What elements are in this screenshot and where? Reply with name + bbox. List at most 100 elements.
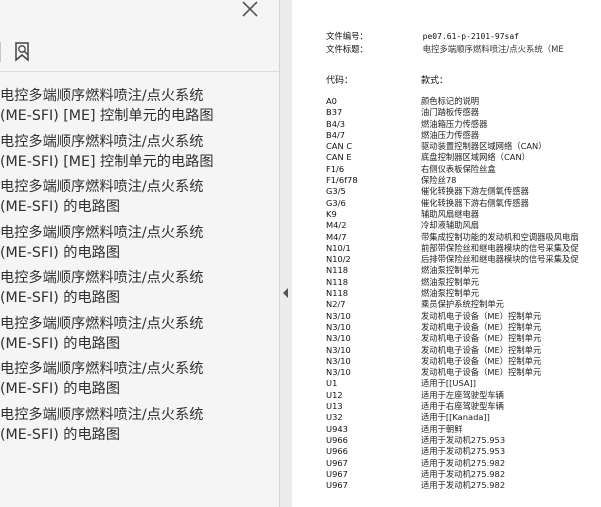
bookmark-item[interactable]: 电控多端顺序燃料喷注/点火系统 (ME-SFI) 的电路图 — [0, 314, 279, 360]
code-column-header: 代码： — [326, 76, 354, 86]
bookmark-item-line1: 电控多端顺序燃料喷注/点火系统 — [0, 361, 204, 377]
row-code: F1/6 — [326, 163, 345, 174]
row-code: N3/10 — [326, 321, 351, 332]
table-row: N10/2 后排带保险丝和继电器模块的信号采集及促 — [326, 254, 601, 265]
table-row: U967 适用于发动机275.982 — [326, 458, 601, 469]
row-code: N118 — [326, 276, 349, 287]
row-description: 乘员保护系统控制单元 — [421, 299, 504, 310]
row-code: N3/10 — [326, 355, 351, 366]
collapse-left-icon[interactable] — [283, 288, 288, 298]
row-description: 颜色标记的说明 — [421, 96, 480, 106]
row-description: 适用于发动机275.953 — [421, 434, 506, 445]
row-description: 催化转换器下游右侧氧传感器 — [421, 197, 529, 208]
row-code: U32 — [326, 412, 343, 423]
bookmark-item[interactable]: 电控多端顺序燃料喷注/点火系统 (ME-SFI) 的电路图 — [0, 177, 279, 223]
table-row: G3/5 催化转换器下游左侧氧传感器 — [326, 186, 601, 197]
table-row: N118 燃油泵控制单元 — [326, 277, 601, 288]
file-title-label: 文件标题： — [326, 44, 368, 54]
toolbar-divider — [0, 42, 1, 62]
file-number-value: pe07.61-p-2101-97saf — [422, 32, 519, 41]
row-description: 保险丝78 — [421, 175, 457, 186]
row-description: 燃油压力传感器 — [421, 129, 480, 140]
row-code: N3/10 — [326, 310, 351, 321]
table-row: B37 油门踏板传感器 — [326, 107, 601, 118]
row-code: N10/2 — [326, 254, 351, 265]
bookmark-item-line1: 电控多端顺序燃料喷注/点火系统 — [0, 406, 204, 423]
row-code: G3/6 — [326, 197, 346, 208]
bookmark-item[interactable]: 电控多端顺序燃料喷注/点火系统 (ME-SFI) [ME] 控制单元的电路图 — [0, 86, 279, 132]
table-row: U13 适用于右座驾驶型车辆 — [326, 401, 601, 412]
row-code: U13 — [326, 401, 343, 412]
table-row: N2/7 乘员保护系统控制单元 — [326, 299, 601, 310]
table-row: A0 颜色标记的说明 — [326, 96, 601, 107]
table-row: N3/10 发动机电子设备（ME）控制单元 — [326, 356, 601, 367]
bookmark-toolbar — [0, 33, 279, 72]
row-description: 发动机电子设备（ME）控制单元 — [421, 321, 542, 332]
row-description: 燃油箱压力传感器 — [421, 118, 488, 129]
bookmark-item[interactable]: 电控多端顺序燃料喷注/点火系统 (ME-SFI) [ME] 控制单元的电路图 — [0, 132, 279, 178]
bookmark-item[interactable]: 电控多端顺序燃料喷注/点火系统 (ME-SFI) 的电路图 — [0, 268, 279, 314]
row-code: U967 — [326, 457, 348, 468]
table-row: U967 适用于发动机275.982 — [326, 480, 601, 491]
row-description: 底盘控制器区域网络（CAN） — [421, 152, 530, 163]
row-description: 发动机电子设备（ME）控制单元 — [421, 333, 542, 344]
row-code: U966 — [326, 434, 348, 445]
row-code: F1/6f78 — [326, 175, 358, 186]
bookmark-item-line2: (ME-SFI) 的电路图 — [0, 290, 121, 306]
table-row: N3/10 发动机电子设备（ME）控制单元 — [326, 322, 601, 333]
bookmark-item-line2: (ME-SFI) [ME] 控制单元的电路图 — [0, 153, 214, 170]
row-description: 适用于[[USA]] — [421, 378, 477, 389]
table-row: G3/6 催化转换器下游右侧氧传感器 — [326, 198, 601, 209]
row-description: 适用于发动机275.982 — [421, 457, 506, 468]
document-page: 文件编号： pe07.61-p-2101-97saf 文件标题： 电控多端顺序燃… — [292, 0, 601, 507]
row-description: 发动机电子设备（ME）控制单元 — [421, 355, 542, 366]
bookmark-item[interactable]: 电控多端顺序燃料喷注/点火系统 (ME-SFI) 的电路图 — [0, 359, 279, 405]
table-row: F1/6f78 保险丝78 — [326, 175, 601, 186]
row-description: 燃油泵控制单元 — [421, 288, 480, 299]
table-row: K9 辅助风扇继电器 — [326, 209, 601, 220]
row-code: G3/5 — [326, 186, 346, 197]
bookmark-item[interactable]: 电控多端顺序燃料喷注/点火系统 (ME-SFI) 的电路图 — [0, 405, 279, 451]
row-code: N2/7 — [326, 299, 346, 310]
close-icon[interactable] — [239, 0, 261, 20]
row-description: 燃油泵控制单元 — [421, 276, 480, 287]
row-description: 前部带保险丝和继电器模块的信号采集及促 — [421, 242, 579, 253]
row-description: 发动机电子设备（ME）控制单元 — [421, 344, 542, 355]
row-description: 适用于发动机275.982 — [421, 468, 506, 479]
row-description: 驱动装置控制器区域网络（CAN） — [421, 141, 547, 152]
legend-table: A0 颜色标记的说明 B37 油门踏板传感器 B4/3 燃油箱压力传感器 B4/7 燃油压力传… — [326, 96, 601, 491]
table-row: U12 适用于左座驾驶型车辆 — [326, 390, 601, 401]
bookmark-item-line1: 电控多端顺序燃料喷注/点火系统 — [0, 224, 204, 241]
file-number-label: 文件编号： — [326, 31, 368, 41]
row-description: 燃油泵控制单元 — [421, 265, 480, 276]
table-row: U966 适用于发动机275.953 — [326, 435, 601, 446]
table-row: F1/6 右侧仪表板保险丝盒 — [326, 164, 601, 175]
table-row: N118 燃油泵控制单元 — [326, 265, 601, 276]
table-row: CAN C 驱动装置控制器区域网络（CAN） — [326, 141, 601, 152]
row-code: B4/3 — [326, 118, 346, 129]
row-code: A0 — [326, 96, 337, 106]
table-row: N3/10 发动机电子设备（ME）控制单元 — [326, 345, 601, 356]
row-code: B37 — [326, 107, 343, 118]
bookmark-item-line2: (ME-SFI) 的电路图 — [0, 426, 121, 443]
table-row: CAN E 底盘控制器区域网络（CAN） — [326, 152, 601, 163]
row-code: U12 — [326, 389, 343, 400]
bookmark-item-line1: 电控多端顺序燃料喷注/点火系统 — [0, 270, 204, 286]
table-row: U943 适用于朝鲜 — [326, 424, 601, 435]
panel-splitter[interactable] — [279, 0, 292, 507]
table-row: U966 适用于发动机275.953 — [326, 446, 601, 457]
row-code: U967 — [326, 480, 348, 491]
row-description: 适用于左座驾驶型车辆 — [421, 389, 504, 400]
bookmark-item[interactable]: 电控多端顺序燃料喷注/点火系统 (ME-SFI) 的电路图 — [0, 223, 279, 269]
bookmark-item-line2: (ME-SFI) 的电路图 — [0, 199, 121, 215]
table-row: N3/10 发动机电子设备（ME）控制单元 — [326, 311, 601, 322]
row-description: 冷却液辅助风扇 — [421, 220, 480, 231]
row-description: 适用于发动机275.953 — [421, 446, 506, 457]
row-code: K9 — [326, 208, 337, 219]
row-code: N3/10 — [326, 344, 351, 355]
table-row: N118 燃油泵控制单元 — [326, 288, 601, 299]
bookmark-search-icon[interactable] — [12, 41, 34, 63]
table-row: N10/1 前部带保险丝和继电器模块的信号采集及促 — [326, 243, 601, 254]
row-code: N118 — [326, 265, 349, 276]
row-description: 油门踏板传感器 — [421, 107, 480, 118]
